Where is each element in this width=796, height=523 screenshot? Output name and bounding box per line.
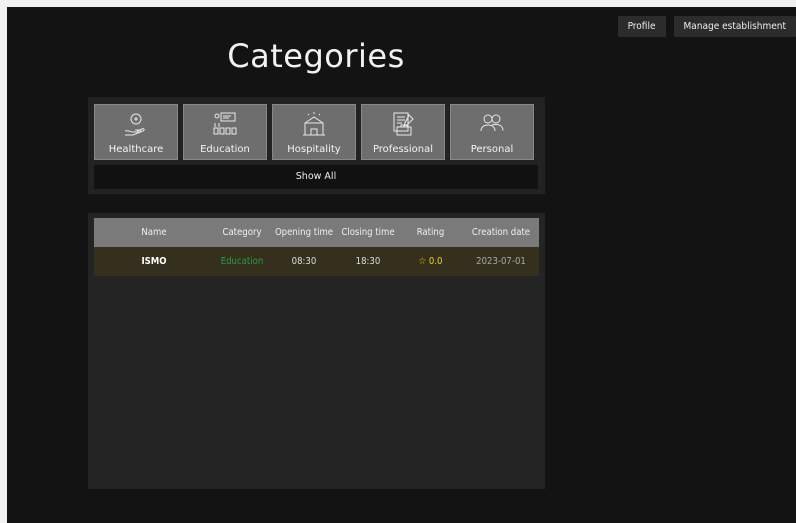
column-header-creation-date[interactable]: Creation date — [463, 227, 539, 238]
rating-value: 0.0 — [428, 256, 443, 267]
cell-name: ISMO — [141, 256, 167, 267]
category-grid: Healthcare Education Hospitality Profess… — [94, 104, 534, 160]
table-header: Name Category Opening time Closing time … — [94, 218, 539, 247]
hospitality-icon — [273, 111, 355, 137]
column-header-opening-time[interactable]: Opening time — [270, 227, 338, 238]
healthcare-icon — [95, 111, 177, 137]
category-label: Healthcare — [108, 144, 164, 155]
show-all-button[interactable]: Show All — [94, 165, 538, 189]
category-tile-professional[interactable]: Professional — [361, 104, 445, 160]
profile-button[interactable]: Profile — [617, 16, 666, 37]
personal-icon — [451, 111, 533, 137]
category-label: Hospitality — [287, 144, 341, 155]
category-label: Education — [200, 144, 250, 155]
column-header-category[interactable]: Category — [214, 227, 270, 238]
top-nav: Profile Manage establishment — [617, 16, 796, 37]
category-label: Personal — [470, 144, 514, 155]
star-icon: ☆ — [418, 256, 427, 267]
education-icon — [184, 111, 266, 137]
category-tile-education[interactable]: Education — [183, 104, 267, 160]
category-label: Professional — [372, 144, 434, 155]
category-tile-personal[interactable]: Personal — [450, 104, 534, 160]
table-row[interactable]: ISMO Education 08:30 18:30 ☆ 0.0 2023-07… — [94, 247, 539, 276]
manage-establishment-button[interactable]: Manage establishment — [673, 16, 796, 37]
cell-closing-time: 18:30 — [355, 256, 381, 267]
establishments-panel: Name Category Opening time Closing time … — [88, 213, 545, 489]
app-window: Profile Manage establishment Categories … — [7, 7, 796, 523]
categories-panel: Healthcare Education Hospitality Profess… — [88, 97, 545, 194]
cell-rating: ☆ 0.0 — [398, 256, 463, 267]
cell-creation-date: 2023-07-01 — [476, 256, 526, 267]
column-header-name[interactable]: Name — [94, 227, 214, 238]
page-title: Categories — [227, 37, 405, 75]
category-tile-healthcare[interactable]: Healthcare — [94, 104, 178, 160]
category-tile-hospitality[interactable]: Hospitality — [272, 104, 356, 160]
column-header-closing-time[interactable]: Closing time — [338, 227, 398, 238]
professional-icon — [362, 111, 444, 137]
cell-category: Education — [220, 256, 264, 267]
cell-opening-time: 08:30 — [291, 256, 317, 267]
column-header-rating[interactable]: Rating — [398, 227, 463, 238]
